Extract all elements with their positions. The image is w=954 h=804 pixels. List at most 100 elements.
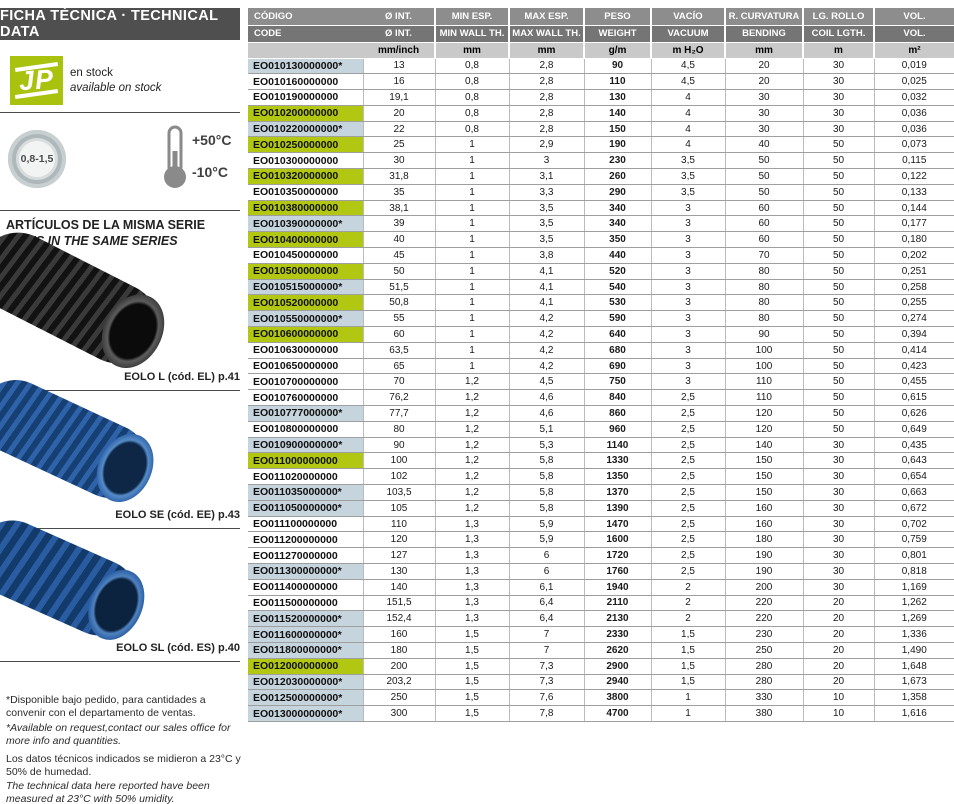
value-cell: 2 <box>651 611 725 627</box>
table-row: EO01052000000050,814,1530380500,255 <box>248 295 954 311</box>
table-row: EO013000000000*3001,57,847001380101,616 <box>248 706 954 722</box>
col-header-rollo: LG. ROLLO <box>803 8 874 25</box>
value-cell: 1,5 <box>435 658 509 674</box>
table-row: EO01076000000076,21,24,68402,5110500,615 <box>248 390 954 406</box>
table-row: EO0112000000001201,35,916002,5180300,759 <box>248 532 954 548</box>
value-cell: 7 <box>509 627 584 643</box>
value-cell: 2620 <box>584 642 651 658</box>
value-cell: 1 <box>435 184 509 200</box>
table-row: EO010515000000*51,514,1540380500,258 <box>248 279 954 295</box>
value-cell: 190 <box>584 137 651 153</box>
value-cell: 1600 <box>584 532 651 548</box>
value-cell: 350 <box>584 232 651 248</box>
value-cell: 2130 <box>584 611 651 627</box>
value-cell: 0,115 <box>874 153 954 169</box>
value-cell: 4,1 <box>509 295 584 311</box>
value-cell: 50 <box>803 406 874 422</box>
table-row: EO010220000000*220,82,8150430300,036 <box>248 121 954 137</box>
col-header-min-esp: MIN ESP. <box>435 8 509 25</box>
value-cell: 0,258 <box>874 279 954 295</box>
value-cell: 0,180 <box>874 232 954 248</box>
value-cell: 0,032 <box>874 90 954 106</box>
product-code-cell: EO010500000000 <box>248 263 363 279</box>
value-cell: 220 <box>725 611 803 627</box>
value-cell: 50 <box>803 200 874 216</box>
value-cell: 40 <box>725 137 803 153</box>
value-cell: 530 <box>584 295 651 311</box>
value-cell: 20 <box>803 658 874 674</box>
value-cell: 3,5 <box>651 184 725 200</box>
value-cell: 190 <box>725 564 803 580</box>
product-code-cell: EO010650000000 <box>248 358 363 374</box>
product-caption-eolo-l: EOLO L (cód. EL) p.41 <box>40 371 240 383</box>
value-cell: 1 <box>435 358 509 374</box>
value-cell: 280 <box>725 658 803 674</box>
value-cell: 140 <box>725 437 803 453</box>
header-row-es: CÓDIGO Ø INT. MIN ESP. MAX ESP. PESO VAC… <box>248 8 954 25</box>
value-cell: 1 <box>435 263 509 279</box>
table-row: EO0114000000001401,36,119402200301,169 <box>248 579 954 595</box>
product-code-cell: EO010390000000* <box>248 216 363 232</box>
value-cell: 0,801 <box>874 548 954 564</box>
value-cell: 50 <box>725 153 803 169</box>
value-cell: 2,8 <box>509 58 584 74</box>
value-cell: 140 <box>363 579 435 595</box>
product-code-cell: EO011100000000 <box>248 516 363 532</box>
value-cell: 1,2 <box>435 437 509 453</box>
col-header-code: CODE <box>248 25 363 42</box>
value-cell: 30 <box>803 516 874 532</box>
value-cell: 160 <box>363 627 435 643</box>
value-cell: 5,9 <box>509 532 584 548</box>
value-cell: 1,648 <box>874 658 954 674</box>
value-cell: 50 <box>803 169 874 185</box>
value-cell: 5,3 <box>509 437 584 453</box>
value-cell: 3 <box>651 342 725 358</box>
value-cell: 20 <box>725 74 803 90</box>
value-cell: 20 <box>803 627 874 643</box>
table-row: EO0110200000001021,25,813502,5150300,654 <box>248 469 954 485</box>
value-cell: 25 <box>363 137 435 153</box>
value-cell: 70 <box>725 248 803 264</box>
product-code-cell: EO011035000000* <box>248 485 363 501</box>
value-cell: 30 <box>803 453 874 469</box>
value-cell: 0,672 <box>874 500 954 516</box>
value-cell: 20 <box>363 105 435 121</box>
divider <box>0 661 240 662</box>
value-cell: 160 <box>725 516 803 532</box>
unit-mm-min: mm <box>435 42 509 58</box>
unit-mh2o: m H₂O <box>651 42 725 58</box>
value-cell: 0,274 <box>874 311 954 327</box>
value-cell: 1 <box>435 248 509 264</box>
temp-min-label: -10°C <box>192 164 228 180</box>
value-cell: 20 <box>803 642 874 658</box>
footnote-measurement-es: Los datos técnicos indicados se midieron… <box>6 753 242 779</box>
table-row: EO0104000000004013,5350360500,180 <box>248 232 954 248</box>
value-cell: 340 <box>584 216 651 232</box>
value-cell: 1470 <box>584 516 651 532</box>
product-code-cell: EO012000000000 <box>248 658 363 674</box>
value-cell: 0,818 <box>874 564 954 580</box>
value-cell: 0,8 <box>435 105 509 121</box>
table-row: EO010550000000*5514,2590380500,274 <box>248 311 954 327</box>
value-cell: 35 <box>363 184 435 200</box>
value-cell: 16 <box>363 74 435 90</box>
units-row: mm/inch mm mm g/m m H₂O mm m m² <box>248 42 954 58</box>
footnote-on-request-en: *Available on request,contact our sales … <box>6 722 242 748</box>
value-cell: 0,643 <box>874 453 954 469</box>
col-header-max-wall: MAX WALL TH. <box>509 25 584 42</box>
value-cell: 10 <box>803 706 874 722</box>
value-cell: 30 <box>363 153 435 169</box>
value-cell: 6,4 <box>509 611 584 627</box>
value-cell: 102 <box>363 469 435 485</box>
value-cell: 30 <box>803 548 874 564</box>
value-cell: 150 <box>725 453 803 469</box>
value-cell: 50 <box>803 358 874 374</box>
value-cell: 0,414 <box>874 342 954 358</box>
product-code-cell: EO010800000000 <box>248 421 363 437</box>
value-cell: 0,073 <box>874 137 954 153</box>
value-cell: 590 <box>584 311 651 327</box>
value-cell: 80 <box>725 279 803 295</box>
value-cell: 160 <box>725 500 803 516</box>
value-cell: 1,358 <box>874 690 954 706</box>
value-cell: 180 <box>363 642 435 658</box>
